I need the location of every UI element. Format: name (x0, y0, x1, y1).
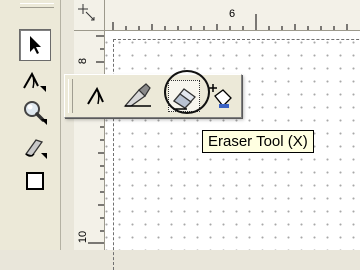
arrow-cursor-icon (30, 36, 41, 54)
ruler-label: 8 (77, 57, 90, 65)
ruler-label: 6 (229, 8, 236, 20)
ruler-label: 10 (77, 230, 90, 244)
highlight-circle (164, 70, 210, 114)
tooltip: Eraser Tool (X) (202, 130, 314, 153)
rectangle-tool-button[interactable] (20, 166, 50, 196)
flyout-knife-tool-button[interactable] (121, 80, 153, 112)
ruler-origin-corner[interactable] (74, 0, 105, 31)
toolbox (0, 0, 61, 250)
shape-tool-button[interactable] (20, 66, 50, 96)
knife-icon (123, 83, 151, 107)
pick-tool-button[interactable] (19, 29, 51, 61)
flyout-grip[interactable] (68, 79, 73, 113)
shape-edit-icon (87, 86, 104, 105)
flyout-transform-tool-button[interactable] (205, 80, 237, 112)
rectangle-icon (26, 172, 44, 190)
shape-edit-icon (23, 71, 46, 92)
horizontal-ruler[interactable]: 6 (105, 0, 360, 31)
ruler-origin-icon (78, 4, 95, 21)
zoom-tool-button[interactable] (20, 98, 50, 128)
vertical-ruler[interactable]: 8 10 (74, 31, 105, 250)
shape-tools-flyout (64, 74, 242, 118)
freehand-tool-button[interactable] (20, 132, 50, 162)
pen-nib-icon (24, 139, 47, 159)
toolbox-grip[interactable] (20, 3, 54, 8)
magnifier-icon (24, 101, 47, 125)
free-transform-icon (209, 84, 232, 108)
flyout-shape-tool-button[interactable] (83, 80, 115, 112)
